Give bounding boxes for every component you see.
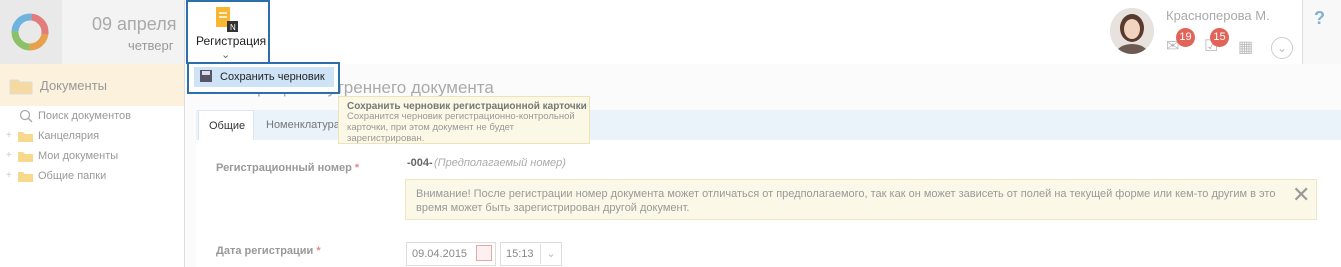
user-photo-icon: [1110, 8, 1154, 54]
sidebar-title: Документы: [40, 78, 108, 93]
close-icon[interactable]: ✕: [1292, 182, 1310, 208]
tasks-badge: 15: [1210, 28, 1229, 47]
reg-number-hint: (Предполагаемый номер): [434, 157, 566, 169]
folder-icon: [18, 152, 33, 162]
reg-number-label: Регистрационный номер *: [216, 162, 360, 174]
sidebar-item-my-documents[interactable]: Мои документы: [38, 150, 118, 162]
save-draft-label: Сохранить черновик: [220, 71, 325, 83]
expand-icon[interactable]: +: [6, 150, 12, 161]
tooltip-body: Сохранится черновик регистрационно-контр…: [347, 111, 575, 144]
calendar-icon[interactable]: ▦: [1238, 37, 1253, 57]
sidebar-item-shared-folders[interactable]: Общие папки: [38, 170, 106, 182]
warning-text: Внимание! После регистрации номер докуме…: [416, 188, 1276, 214]
folder-icon: [18, 172, 33, 182]
calendar-icon[interactable]: [476, 245, 492, 261]
tab-nomenclature[interactable]: Номенклатура: [256, 110, 350, 140]
reg-date-label: Дата регистрации *: [216, 245, 321, 257]
floppy-disk-icon: [200, 70, 212, 82]
current-date: 09 апреля: [92, 14, 177, 34]
search-icon: [19, 109, 33, 123]
reg-number-value: -004-: [407, 157, 433, 169]
expand-icon[interactable]: +: [6, 170, 12, 181]
expand-icon[interactable]: +: [6, 130, 12, 141]
help-icon[interactable]: ?: [1314, 8, 1325, 29]
logo-ring-icon: [11, 13, 49, 51]
app-logo[interactable]: [0, 0, 76, 64]
sidebar-item-search[interactable]: Поиск документов: [38, 110, 131, 122]
chevron-down-icon[interactable]: ⌄: [1271, 37, 1293, 59]
chevron-down-icon[interactable]: ⌄: [540, 244, 561, 264]
register-document-icon: N: [216, 7, 238, 32]
documents-icon: [9, 79, 33, 95]
divider: [184, 0, 185, 267]
avatar[interactable]: [1110, 8, 1154, 54]
current-weekday: четверг: [128, 38, 174, 53]
chevron-down-icon[interactable]: ⌄: [221, 48, 230, 61]
folder-icon: [18, 132, 33, 142]
sidebar-item-office[interactable]: Канцелярия: [38, 130, 99, 142]
mail-badge: 19: [1176, 28, 1195, 47]
tab-general[interactable]: Общие: [198, 110, 254, 140]
register-label: Регистрация: [196, 34, 267, 48]
svg-text:N: N: [230, 23, 236, 32]
user-name[interactable]: Красноперова М.: [1166, 8, 1270, 23]
